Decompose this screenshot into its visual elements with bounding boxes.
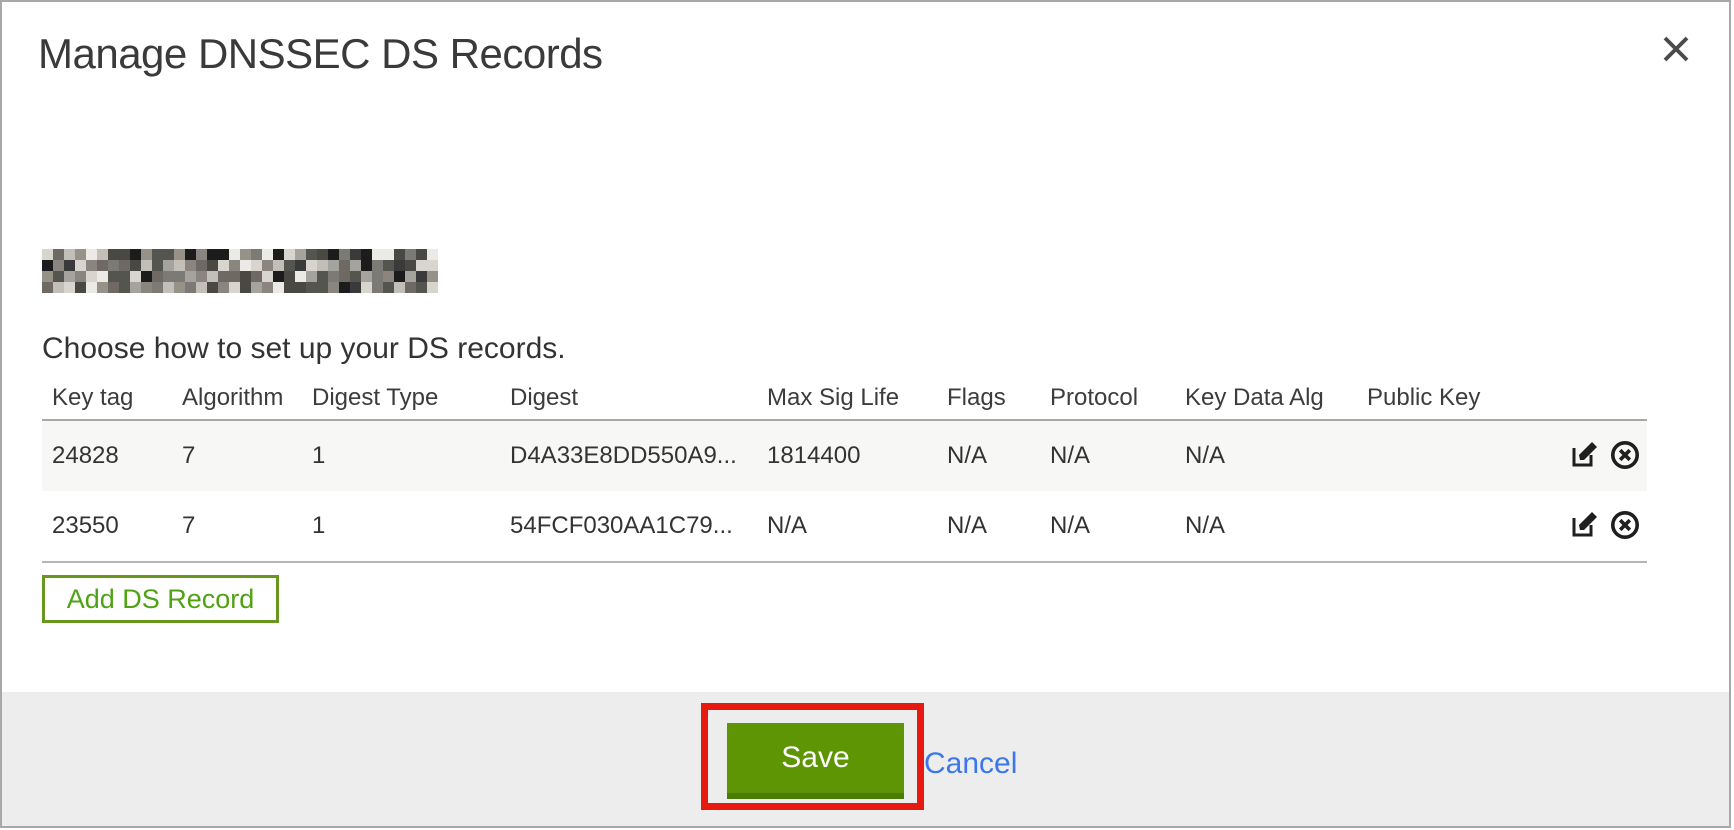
cell-digest-type: 1 bbox=[302, 420, 500, 491]
table-row: 24828 7 1 D4A33E8DD550A9... 1814400 N/A … bbox=[42, 420, 1647, 491]
cell-max-sig-life: N/A bbox=[757, 491, 937, 562]
cell-algorithm: 7 bbox=[172, 491, 302, 562]
edit-record-icon bbox=[1569, 528, 1600, 543]
edit-record-button[interactable] bbox=[1569, 509, 1600, 543]
delete-record-button[interactable] bbox=[1609, 509, 1641, 544]
cell-key-tag: 24828 bbox=[42, 420, 172, 491]
instruction-text: Choose how to set up your DS records. bbox=[42, 332, 566, 366]
col-header-key-data-alg: Key Data Alg bbox=[1175, 376, 1357, 420]
cell-public-key bbox=[1357, 420, 1567, 491]
close-icon bbox=[1663, 36, 1689, 65]
delete-record-icon bbox=[1609, 529, 1641, 544]
close-button[interactable] bbox=[1654, 28, 1698, 72]
col-header-key-tag: Key tag bbox=[42, 376, 172, 420]
edit-record-button[interactable] bbox=[1569, 439, 1600, 473]
cell-protocol: N/A bbox=[1040, 420, 1175, 491]
save-button[interactable]: Save bbox=[727, 723, 904, 799]
cell-protocol: N/A bbox=[1040, 491, 1175, 562]
cell-flags: N/A bbox=[937, 491, 1040, 562]
page-title: Manage DNSSEC DS Records bbox=[38, 30, 603, 78]
cell-algorithm: 7 bbox=[172, 420, 302, 491]
cell-max-sig-life: 1814400 bbox=[757, 420, 937, 491]
add-ds-record-button[interactable]: Add DS Record bbox=[42, 575, 279, 623]
col-header-max-sig-life: Max Sig Life bbox=[757, 376, 937, 420]
col-header-algorithm: Algorithm bbox=[172, 376, 302, 420]
col-header-digest-type: Digest Type bbox=[302, 376, 500, 420]
redacted-domain-name bbox=[42, 249, 438, 293]
cancel-link[interactable]: Cancel bbox=[924, 747, 1017, 781]
cell-key-tag: 23550 bbox=[42, 491, 172, 562]
cell-key-data-alg: N/A bbox=[1175, 420, 1357, 491]
dnssec-ds-records-dialog: Manage DNSSEC DS Records Choose how to s… bbox=[0, 0, 1731, 828]
cell-flags: N/A bbox=[937, 420, 1040, 491]
col-header-flags: Flags bbox=[937, 376, 1040, 420]
col-header-digest: Digest bbox=[500, 376, 757, 420]
edit-record-icon bbox=[1569, 458, 1600, 473]
col-header-actions bbox=[1567, 376, 1647, 420]
cell-digest: D4A33E8DD550A9... bbox=[500, 420, 757, 491]
delete-record-button[interactable] bbox=[1609, 439, 1641, 474]
cell-digest-type: 1 bbox=[302, 491, 500, 562]
ds-records-table: Key tag Algorithm Digest Type Digest Max… bbox=[42, 376, 1647, 563]
cell-actions bbox=[1567, 420, 1647, 491]
cell-actions bbox=[1567, 491, 1647, 562]
cell-public-key bbox=[1357, 491, 1567, 562]
col-header-protocol: Protocol bbox=[1040, 376, 1175, 420]
delete-record-icon bbox=[1609, 459, 1641, 474]
col-header-public-key: Public Key bbox=[1357, 376, 1567, 420]
table-header-row: Key tag Algorithm Digest Type Digest Max… bbox=[42, 376, 1647, 420]
table-row: 23550 7 1 54FCF030AA1C79... N/A N/A N/A … bbox=[42, 491, 1647, 562]
cell-key-data-alg: N/A bbox=[1175, 491, 1357, 562]
cell-digest: 54FCF030AA1C79... bbox=[500, 491, 757, 562]
